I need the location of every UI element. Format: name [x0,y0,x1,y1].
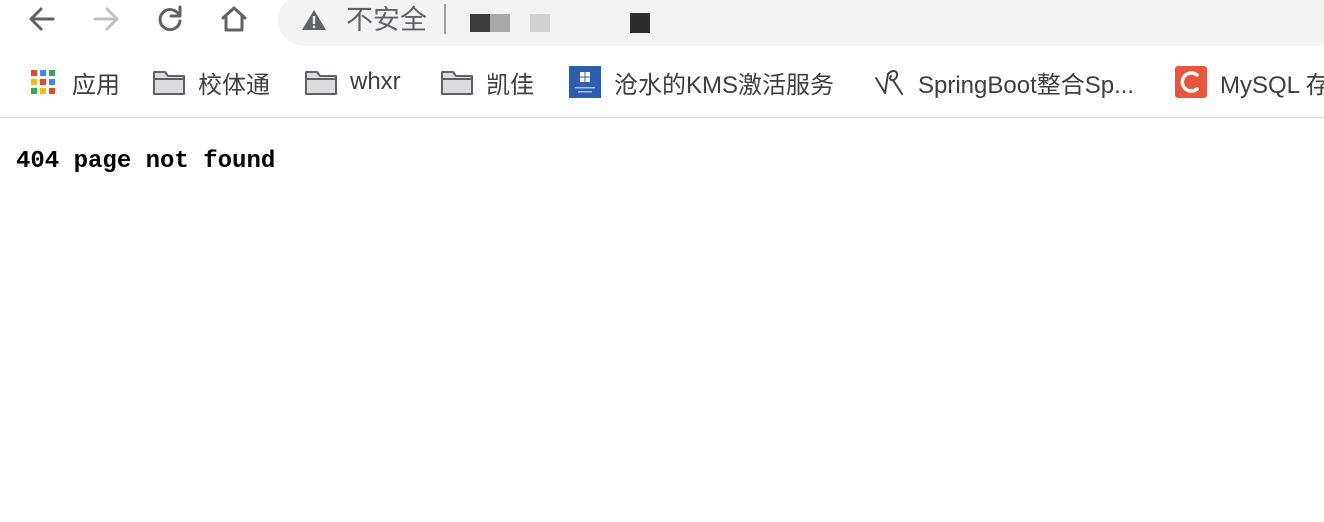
omnibox-divider [444,4,446,34]
folder-icon [152,65,186,99]
bookmark-kms[interactable]: 沧水的KMS激活服务 [568,62,834,102]
arrow-left-icon [29,7,55,31]
bookmark-folder-xiaotitong[interactable]: 校体通 [152,62,270,102]
redacted-url-block [630,13,650,33]
forward-button[interactable] [84,0,128,38]
bookmarks-bar: 应用 校体通 whxr 凯佳 沧水的KMS激活服务 SpringBoot整合Sp… [0,62,1324,102]
bookmark-apps[interactable]: 应用 [26,62,120,102]
bookmark-springboot[interactable]: SpringBoot整合Sp... [872,62,1134,102]
redacted-url-block [470,14,490,32]
windows-icon [568,65,602,99]
bookmark-label: MySQL 存 [1220,71,1324,99]
bookmark-folder-kaijia[interactable]: 凯佳 [440,62,534,102]
browser-toolbar: 不安全 应用 校体通 whxr 凯佳 沧水的KMS激活服务 SpringBoot… [0,0,1324,118]
redacted-url-block [490,14,510,32]
reload-icon [158,5,182,31]
folder-icon [304,65,338,99]
warning-icon[interactable] [300,7,328,33]
page-body-text: 404 page not found [16,148,276,175]
bookmark-label: 沧水的KMS激活服务 [614,71,835,99]
arrow-right-icon [93,7,119,31]
bookmark-label: SpringBoot整合Sp... [918,71,1135,99]
security-status-label[interactable]: 不安全 [346,4,427,36]
bookmark-label: 校体通 [198,71,270,99]
bookmark-label: 应用 [72,71,120,99]
home-icon [221,6,247,32]
spring-icon [872,65,906,99]
bookmark-label: 凯佳 [486,71,534,99]
folder-icon [440,65,474,99]
reload-button[interactable] [148,0,192,38]
bookmark-folder-whxr[interactable]: whxr [304,62,401,102]
home-button[interactable] [212,0,256,38]
c-logo-icon [1174,65,1208,99]
bookmark-mysql[interactable]: MySQL 存 [1174,62,1324,102]
address-bar[interactable]: 不安全 [278,0,1324,46]
back-button[interactable] [20,0,64,38]
apps-grid-icon [26,65,60,99]
bookmark-label: whxr [350,68,401,95]
redacted-url-block [530,14,550,32]
